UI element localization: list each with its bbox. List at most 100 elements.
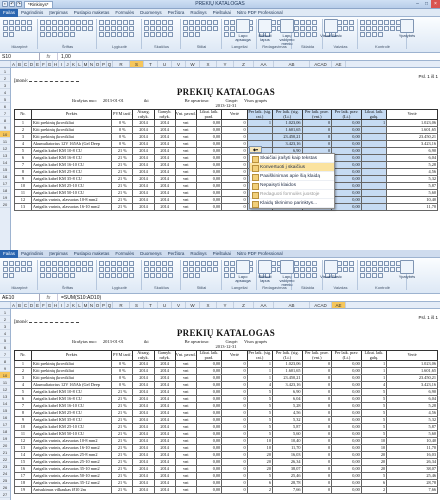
table-cell[interactable]: 0: [221, 133, 248, 142]
table-cell[interactable]: Antgalis varinis, alavuotas 35-12 mm2: [30, 479, 113, 488]
ribbon-tool-icon[interactable]: [201, 261, 206, 266]
row-header[interactable]: 4: [0, 89, 10, 96]
ribbon-tool-icon[interactable]: [224, 261, 229, 266]
table-cell[interactable]: 21 %: [111, 154, 134, 163]
ribbon-tool-icon[interactable]: [372, 20, 377, 25]
table-cell[interactable]: 0: [221, 154, 248, 163]
table-cell[interactable]: 28,78: [386, 479, 438, 488]
table-cell[interactable]: 5,60: [386, 430, 438, 439]
table-cell[interactable]: 0: [301, 367, 333, 376]
ribbon-tool-icon[interactable]: [58, 26, 63, 31]
table-cell[interactable]: 6: [360, 479, 388, 488]
table-cell[interactable]: 3.423,16: [386, 140, 438, 149]
table-cell[interactable]: 21 %: [111, 196, 134, 205]
table-cell[interactable]: 1.023,06: [271, 360, 303, 369]
column-header-X[interactable]: X: [200, 302, 217, 308]
row-header[interactable]: 22: [0, 456, 10, 463]
table-cell[interactable]: Antgalis kabel KM 16-10 CU: [30, 161, 113, 170]
ribbon-tool-icon[interactable]: [3, 32, 8, 37]
ribbon-tool-icon[interactable]: [213, 20, 218, 25]
row-header[interactable]: 26: [0, 484, 10, 491]
table-cell[interactable]: 5,32: [386, 416, 438, 425]
ribbon-tool-icon[interactable]: [390, 26, 395, 31]
table-cell[interactable]: Antgalis kabel KM 10-8 CU: [30, 388, 113, 397]
context-menu-item[interactable]: Paaiškinimas apie šią klaidą: [250, 172, 334, 181]
ribbon-tool-icon[interactable]: [144, 32, 149, 37]
ribbon-tab-1[interactable]: Pagrindinis: [18, 9, 46, 17]
ribbon-tool-icon[interactable]: [40, 273, 45, 278]
ribbon-big-button-icon[interactable]: [280, 19, 294, 33]
table-cell[interactable]: 1.601,65: [271, 367, 303, 376]
ribbon-tab-6[interactable]: Peržiūra: [165, 9, 188, 17]
table-cell[interactable]: 2014: [132, 133, 155, 142]
table-cell[interactable]: 2014: [153, 381, 176, 390]
table-cell[interactable]: 7,66: [386, 486, 438, 495]
table-cell[interactable]: 0: [301, 486, 333, 495]
table-cell[interactable]: 0,00: [195, 140, 223, 149]
table-cell[interactable]: 1: [14, 119, 32, 128]
table-cell[interactable]: 2014: [132, 182, 155, 191]
table-cell[interactable]: 0: [221, 409, 248, 418]
row-header[interactable]: 19: [0, 194, 10, 201]
table-cell[interactable]: 10: [246, 437, 273, 446]
table-cell[interactable]: 2014: [153, 154, 176, 163]
ribbon-tool-icon[interactable]: [88, 261, 93, 266]
table-cell[interactable]: vnt: [174, 479, 197, 488]
row-header[interactable]: 23: [0, 463, 10, 470]
ribbon-tool-icon[interactable]: [183, 273, 188, 278]
table-cell[interactable]: 0 %: [111, 140, 134, 149]
ribbon-tool-icon[interactable]: [105, 261, 110, 266]
table-cell[interactable]: 0,00: [331, 458, 362, 467]
ribbon-tool-icon[interactable]: [40, 261, 45, 266]
table-cell[interactable]: 0: [221, 430, 248, 439]
table-cell[interactable]: vnt: [174, 458, 197, 467]
table-cell[interactable]: 2014: [132, 479, 155, 488]
table-cell[interactable]: 21 %: [111, 444, 134, 453]
table-cell[interactable]: vnt: [174, 472, 197, 481]
table-cell[interactable]: 2014: [132, 388, 155, 397]
table-cell[interactable]: [360, 175, 388, 184]
table-cell[interactable]: 0,00: [195, 465, 223, 474]
ribbon-tool-icon[interactable]: [224, 267, 229, 272]
table-cell[interactable]: 2014: [132, 402, 155, 411]
ribbon-tool-icon[interactable]: [150, 267, 155, 272]
ribbon-tool-icon[interactable]: [201, 26, 206, 31]
table-cell[interactable]: 0,00: [331, 133, 362, 142]
context-menu-item[interactable]: Skaičiai įrašyti kaip tekstas: [250, 154, 334, 163]
table-cell[interactable]: 0: [221, 402, 248, 411]
table-cell[interactable]: Akumuliatorius 12V 165Ah (Gel Deep: [30, 381, 113, 390]
table-cell[interactable]: 5,60: [271, 430, 303, 439]
row-header[interactable]: 7: [0, 110, 10, 117]
ribbon-tool-icon[interactable]: [312, 267, 317, 272]
table-cell[interactable]: 26,34: [386, 458, 438, 467]
table-cell[interactable]: 2014: [153, 175, 176, 184]
ribbon-tool-icon[interactable]: [201, 20, 206, 25]
table-cell[interactable]: 5,28: [271, 402, 303, 411]
table-cell[interactable]: 0: [221, 126, 248, 135]
ribbon-tool-icon[interactable]: [99, 20, 104, 25]
table-cell[interactable]: 0: [221, 381, 248, 390]
table-cell[interactable]: 2014: [132, 126, 155, 135]
ribbon-tool-icon[interactable]: [9, 261, 14, 266]
table-cell[interactable]: 5,32: [386, 175, 438, 184]
table-cell[interactable]: 5,32: [271, 416, 303, 425]
table-cell[interactable]: 0: [301, 140, 333, 149]
table-cell[interactable]: vnt: [174, 367, 197, 376]
table-cell[interactable]: 20: [246, 465, 273, 474]
ribbon-tool-icon[interactable]: [52, 261, 57, 266]
ribbon-tool-icon[interactable]: [162, 26, 167, 31]
ribbon-tool-icon[interactable]: [144, 20, 149, 25]
table-cell[interactable]: 2014: [132, 444, 155, 453]
table-cell[interactable]: 3: [14, 374, 32, 383]
table-cell[interactable]: 9: [14, 175, 32, 184]
table-cell[interactable]: 0,00: [195, 133, 223, 142]
table-cell[interactable]: 3.423,16: [271, 140, 303, 149]
ribbon-tool-icon[interactable]: [343, 26, 348, 31]
table-cell[interactable]: 20: [360, 458, 388, 467]
table-cell[interactable]: 1: [360, 374, 388, 383]
table-cell[interactable]: 0: [301, 416, 333, 425]
formula-input[interactable]: =SUM(S10:AD10): [58, 295, 101, 301]
table-cell[interactable]: vnt: [174, 196, 197, 205]
table-cell[interactable]: 0,00: [331, 175, 362, 184]
table-cell[interactable]: Antgalis kabel KM 10-8 CU: [30, 147, 113, 156]
